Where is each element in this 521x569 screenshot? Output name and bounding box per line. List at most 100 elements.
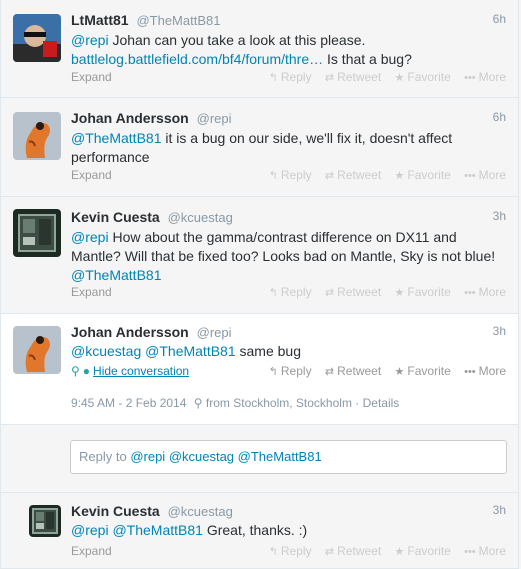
star-icon: ★: [394, 287, 405, 299]
star-icon: ★: [394, 170, 405, 182]
reply-action[interactable]: ↰ Reply: [269, 168, 312, 182]
more-action[interactable]: ••• More: [464, 285, 506, 299]
avatar[interactable]: [13, 14, 61, 62]
more-action[interactable]: ••• More: [464, 364, 506, 378]
username[interactable]: @kcuestag: [168, 504, 233, 519]
fullname[interactable]: Kevin Cuesta: [71, 209, 160, 225]
url-link[interactable]: battlelog.battlefield.com/bf4/forum/thre…: [71, 51, 323, 67]
favorite-action[interactable]: ★ Favorite: [395, 364, 451, 378]
tweet-datetime[interactable]: 9:45 AM - 2 Feb 2014: [71, 396, 186, 410]
tweet-footer: Expand ↰ Reply ⇄ Retweet ★ Favorite ••• More: [71, 168, 506, 186]
tweet[interactable]: Johan Andersson @repi 6h @TheMattB81 it …: [0, 98, 519, 197]
reply-action[interactable]: ↰ Reply: [269, 544, 312, 558]
tweet-header: LtMatt81 @TheMattB81 6h: [71, 12, 506, 32]
tweet-actions: ↰ Reply ⇄ Retweet ★ Favorite ••• More: [259, 285, 506, 299]
reply-action[interactable]: ↰ Reply: [269, 70, 312, 84]
username[interactable]: @repi: [197, 111, 232, 126]
tweet-actions: ↰ Reply ⇄ Retweet ★ Favorite ••• More: [259, 364, 506, 378]
reply-box-container: Reply to @repi @kcuestag @TheMattB81: [0, 425, 519, 492]
hide-conversation-link[interactable]: Hide conversation: [93, 364, 189, 378]
tweet-text: @repi @TheMattB81 Great, thanks. :): [71, 522, 308, 538]
timestamp[interactable]: 3h: [493, 503, 506, 517]
more-action[interactable]: ••• More: [464, 168, 506, 182]
reply-action[interactable]: ↰ Reply: [269, 285, 312, 299]
reply-arrow-icon: ↰: [268, 72, 278, 84]
tweet-header: Johan Andersson @repi 6h: [71, 110, 506, 130]
tweet-actions: ↰ Reply ⇄ Retweet ★ Favorite ••• More: [259, 70, 506, 84]
avatar-image: [13, 14, 61, 62]
fullname[interactable]: Johan Andersson: [71, 110, 189, 126]
mention-link[interactable]: @kcuestag: [71, 343, 141, 359]
timestamp[interactable]: 3h: [493, 324, 506, 338]
retweet-action[interactable]: ⇄ Retweet: [325, 544, 381, 558]
expand-link[interactable]: Expand: [71, 168, 112, 182]
tweet-text: @repi Johan can you take a look at this …: [71, 32, 412, 67]
mention-link[interactable]: @repi: [71, 32, 109, 48]
mention-link[interactable]: @TheMattB81: [145, 343, 235, 359]
retweet-action[interactable]: ⇄ Retweet: [325, 70, 381, 84]
username[interactable]: @kcuestag: [168, 210, 233, 225]
mention-link[interactable]: @TheMattB81: [71, 267, 161, 283]
avatar[interactable]: [13, 326, 61, 374]
avatar-image: [13, 112, 61, 160]
mention-link[interactable]: @TheMattB81: [112, 522, 202, 538]
retweet-action[interactable]: ⇄ Retweet: [325, 364, 381, 378]
mention-link[interactable]: @repi: [71, 522, 109, 538]
star-icon: ★: [394, 366, 405, 378]
avatar-image: [29, 505, 61, 537]
mention-link[interactable]: @repi: [71, 229, 109, 245]
retweet-action[interactable]: ⇄ Retweet: [325, 285, 381, 299]
username[interactable]: @repi: [197, 325, 232, 340]
tweet-header: Johan Andersson @repi 3h: [71, 324, 506, 344]
tweet-location[interactable]: from Stockholm, Stockholm: [206, 396, 352, 410]
more-action[interactable]: ••• More: [464, 70, 506, 84]
focused-tweet[interactable]: Johan Andersson @repi 3h @kcuestag @TheM…: [0, 314, 519, 425]
more-action[interactable]: ••• More: [464, 544, 506, 558]
favorite-action[interactable]: ★ Favorite: [395, 285, 451, 299]
favorite-action[interactable]: ★ Favorite: [395, 70, 451, 84]
map-pin-icon: ⚲: [71, 364, 80, 378]
retweet-icon: ⇄: [324, 170, 335, 182]
retweet-action[interactable]: ⇄ Retweet: [325, 168, 381, 182]
speech-bubble-icon: ●: [82, 364, 91, 378]
tweet-text: @repi How about the gamma/contrast diffe…: [71, 229, 496, 283]
reply-arrow-icon: ↰: [268, 546, 278, 558]
timestamp[interactable]: 6h: [493, 12, 506, 26]
fullname[interactable]: Kevin Cuesta: [71, 503, 160, 519]
reply-arrow-icon: ↰: [268, 287, 278, 299]
tweet-footer: Expand ↰ Reply ⇄ Retweet ★ Favorite ••• More: [71, 544, 506, 562]
reply-action[interactable]: ↰ Reply: [269, 364, 312, 378]
tweet[interactable]: Kevin Cuesta @kcuestag 3h @repi How abou…: [0, 197, 519, 314]
tweet-actions: ↰ Reply ⇄ Retweet ★ Favorite ••• More: [259, 168, 506, 182]
retweet-icon: ⇄: [324, 366, 335, 378]
username[interactable]: @TheMattB81: [136, 13, 220, 28]
reply-input[interactable]: Reply to @repi @kcuestag @TheMattB81: [70, 440, 507, 474]
expand-link[interactable]: Expand: [71, 70, 112, 84]
favorite-action[interactable]: ★ Favorite: [395, 168, 451, 182]
reply-arrow-icon: ↰: [268, 366, 278, 378]
timestamp[interactable]: 3h: [493, 209, 506, 223]
fullname[interactable]: LtMatt81: [71, 12, 129, 28]
tweet[interactable]: LtMatt81 @TheMattB81 6h @repi Johan can …: [0, 0, 519, 98]
fullname[interactable]: Johan Andersson: [71, 324, 189, 340]
ellipsis-icon: •••: [464, 287, 476, 299]
avatar[interactable]: [29, 505, 61, 537]
tweet[interactable]: Kevin Cuesta @kcuestag 3h @repi @TheMatt…: [0, 492, 519, 569]
conversation-timeline: LtMatt81 @TheMattB81 6h @repi Johan can …: [0, 0, 521, 569]
star-icon: ★: [394, 546, 405, 558]
mention-link[interactable]: @TheMattB81: [71, 130, 161, 146]
favorite-action[interactable]: ★ Favorite: [395, 544, 451, 558]
ellipsis-icon: •••: [464, 170, 476, 182]
retweet-icon: ⇄: [324, 287, 335, 299]
expand-link[interactable]: Expand: [71, 544, 112, 558]
tweet-actions: ↰ Reply ⇄ Retweet ★ Favorite ••• More: [259, 544, 506, 558]
tweet-footer: ⚲ ● Hide conversation ↰ Reply ⇄ Retweet ★ Fav…: [71, 364, 506, 382]
star-icon: ★: [394, 72, 405, 84]
expand-link[interactable]: Expand: [71, 285, 112, 299]
avatar[interactable]: [13, 209, 61, 257]
ellipsis-icon: •••: [464, 72, 476, 84]
avatar[interactable]: [13, 112, 61, 160]
tweet-footer: Expand ↰ Reply ⇄ Retweet ★ Favorite ••• More: [71, 70, 506, 88]
details-link[interactable]: Details: [363, 396, 400, 410]
timestamp[interactable]: 6h: [493, 110, 506, 124]
